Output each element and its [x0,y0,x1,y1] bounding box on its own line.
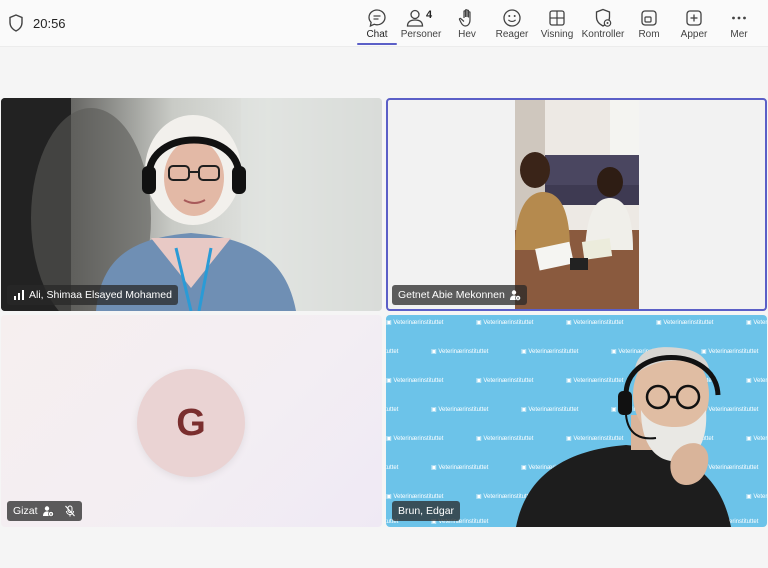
people-icon [407,9,424,27]
meeting-timer: 20:56 [33,16,66,31]
shield-icon [9,14,23,32]
avatar: G [137,369,245,477]
people-count: 4 [426,9,433,21]
participant-name: Ali, Shimaa Elsayed Mohamed [29,289,172,301]
chat-icon [368,9,386,28]
smiley-icon [503,9,521,27]
hand-icon [458,9,471,27]
video-tile-ali[interactable]: Ali, Shimaa Elsayed Mohamed [1,98,382,311]
signal-strength-icon [14,290,24,300]
participant-video [516,347,731,527]
grid-view-icon [549,10,565,26]
participant-name: Gizat [13,505,38,517]
participant-video [515,100,639,309]
participant-name-tag: Gizat [7,501,82,521]
more-label: Mer [730,29,748,40]
meeting-header: 20:56 Chat 4 Personer Hev Reager Visning… [0,0,768,47]
participant-name-tag: Ali, Shimaa Elsayed Mohamed [7,285,178,305]
video-tile-gizat[interactable]: G Gizat [1,315,382,527]
video-tile-brun[interactable]: ▣ Veterinærinstituttet ▣ Veterinærinstitu… [386,315,767,527]
participant-name: Getnet Abie Mekonnen [398,289,505,301]
rooms-icon [641,10,657,26]
more-dots-icon [732,16,746,20]
participant-name-tag: Getnet Abie Mekonnen [392,285,527,305]
add-apps-icon [686,10,702,26]
participant-video [1,98,382,311]
active-tab-indicator [357,43,397,45]
participant-name: Brun, Edgar [398,505,455,517]
mic-off-icon [64,505,75,517]
participant-name-tag: Brun, Edgar [392,501,461,521]
controls-shield-gear-icon [595,8,612,27]
more-button[interactable]: Mer [711,0,767,47]
person-info-icon [42,506,54,517]
video-tile-getnet[interactable]: Getnet Abie Mekonnen [386,98,767,311]
person-info-icon [509,290,521,301]
